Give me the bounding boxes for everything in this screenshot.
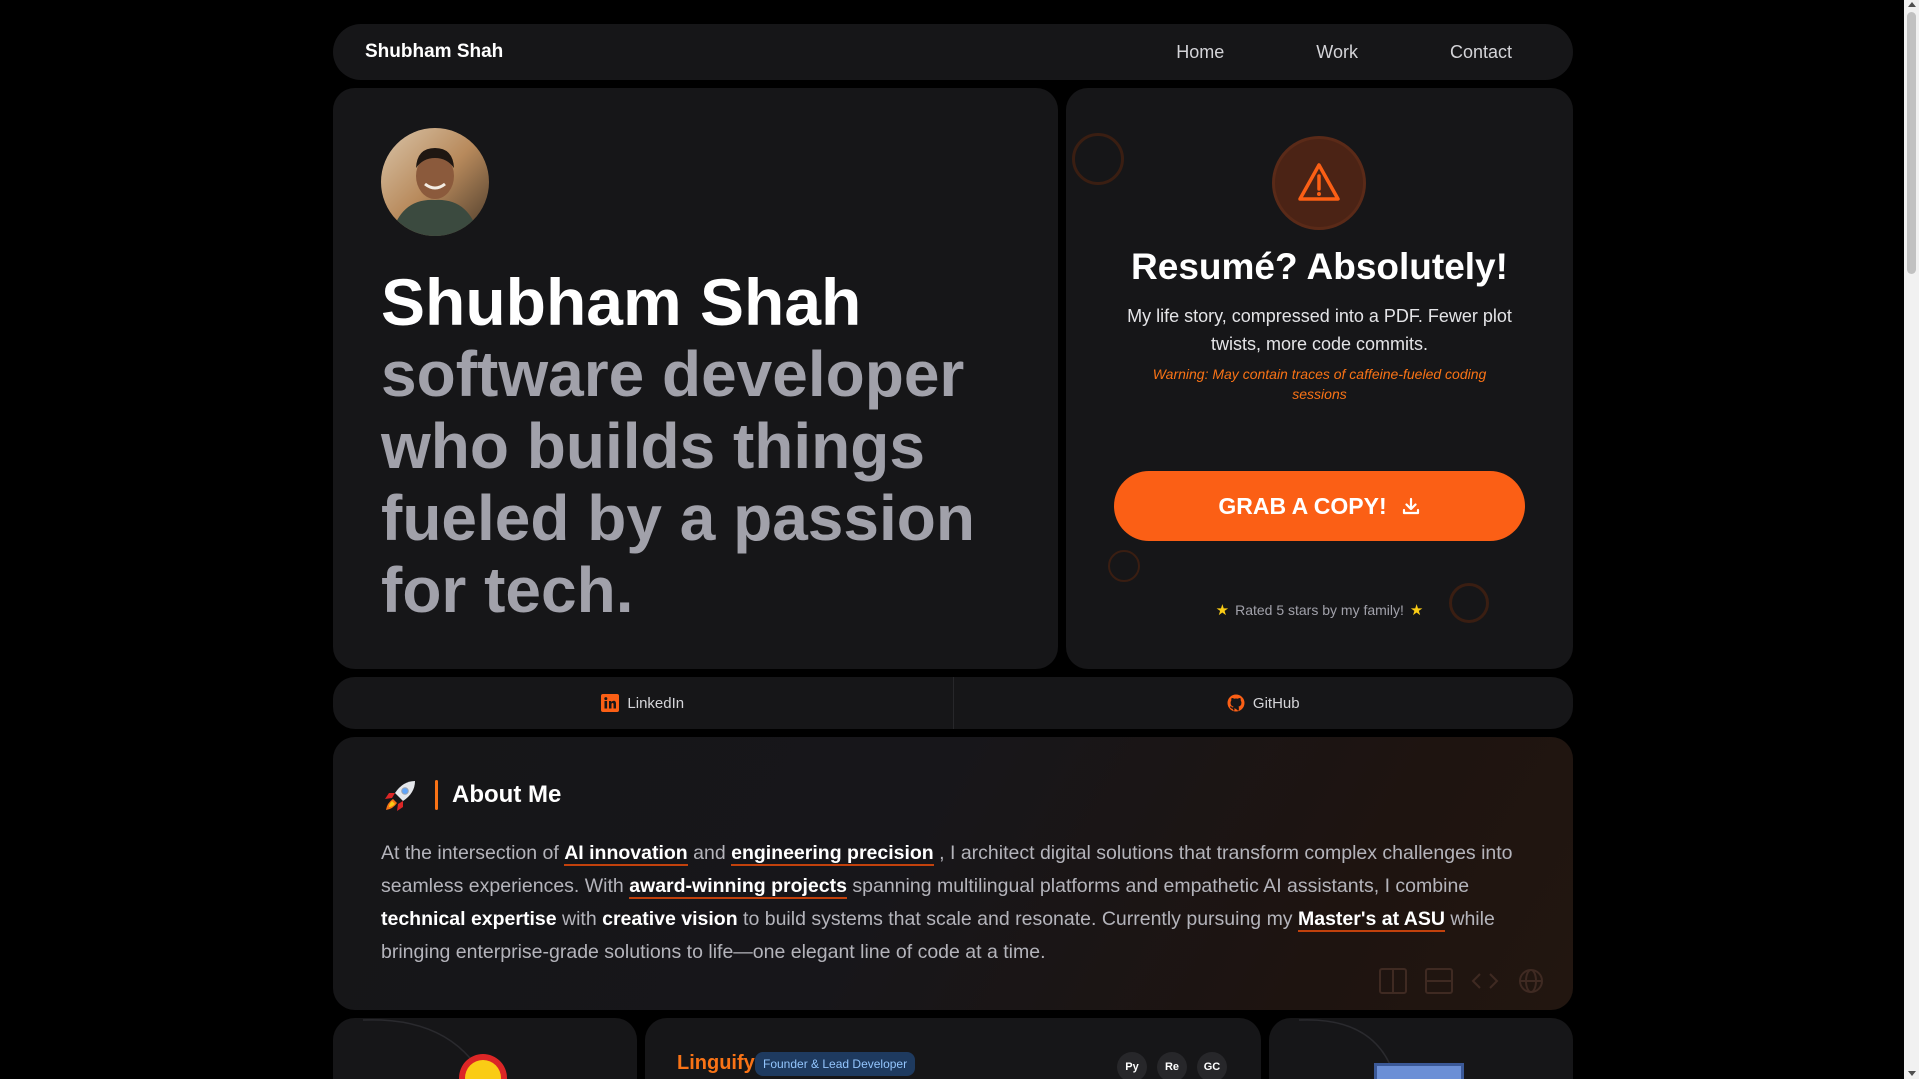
page: Shubham Shah Home Work Contact Shubham S…	[333, 24, 1573, 1079]
warning-triangle-icon	[1272, 136, 1366, 230]
about-title: About Me	[452, 781, 562, 808]
tech-react-badge: Re	[1157, 1052, 1187, 1079]
hero-row: Shubham Shah software developer who buil…	[333, 88, 1573, 669]
decorative-ring	[1072, 133, 1124, 185]
globe-icon	[1519, 969, 1543, 993]
badge-image	[362, 1019, 507, 1079]
grab-button-label: GRAB A COPY!	[1218, 492, 1387, 519]
star-icon: ★	[1409, 602, 1424, 619]
download-icon	[1402, 497, 1419, 515]
rows-layout-icon	[1425, 968, 1453, 994]
about-text-segment: spanning multilingual platforms and empa…	[852, 875, 1470, 897]
nav-work-link[interactable]: Work	[1287, 42, 1387, 63]
highlight-engineering-precision: engineering precision	[731, 842, 934, 866]
about-decorative-icons	[1379, 968, 1545, 994]
about-paragraph: At the intersection of AI innovation and…	[381, 837, 1521, 969]
brand-name[interactable]: Shubham Shah	[365, 41, 503, 63]
tech-python-badge: Py	[1117, 1052, 1147, 1079]
project-card[interactable]	[333, 1018, 637, 1079]
tech-gcloud-badge: GC	[1197, 1052, 1227, 1079]
page-scrollbar[interactable]	[1904, 0, 1919, 1079]
bold-technical-expertise: technical expertise	[381, 908, 557, 930]
linkedin-label: LinkedIn	[627, 694, 685, 712]
github-label: GitHub	[1252, 694, 1300, 712]
rating-text: Rated 5 stars by my family!	[1235, 602, 1404, 618]
scrollbar-thumb[interactable]	[1907, 12, 1916, 274]
project-thumbnail-image	[1298, 1019, 1464, 1079]
top-nav: Shubham Shah Home Work Contact	[333, 24, 1573, 80]
linkedin-link[interactable]: LinkedIn	[333, 677, 953, 729]
about-text-segment: and	[693, 842, 726, 864]
social-links-bar: LinkedIn GitHub	[333, 677, 1573, 729]
linkedin-icon	[601, 694, 620, 712]
scroll-up-arrow-icon[interactable]	[1907, 2, 1916, 7]
github-link[interactable]: GitHub	[952, 677, 1574, 729]
about-header: About Me	[381, 775, 1525, 815]
rocket-icon	[385, 781, 415, 811]
linguify-project-card[interactable]: Linguify Founder & Lead Developer Py Re …	[645, 1018, 1261, 1079]
github-icon	[1227, 694, 1245, 712]
linguify-title: Linguify	[677, 1052, 755, 1074]
about-text-segment: with	[562, 908, 597, 930]
about-text-segment: At the intersection of	[381, 842, 559, 864]
resume-subtitle: My life story, compressed into a PDF. Fe…	[1127, 306, 1512, 354]
resume-warning: Warning: May contain traces of caffeine-…	[1152, 366, 1487, 402]
star-icon: ★	[1215, 602, 1230, 619]
about-section: About Me At the intersection of AI innov…	[333, 737, 1573, 1010]
scroll-down-arrow-icon[interactable]	[1907, 1071, 1916, 1076]
bold-creative-vision: creative vision	[602, 908, 738, 930]
grab-a-copy-button[interactable]: GRAB A COPY!	[1114, 471, 1525, 541]
nav-links: Home Work Contact	[1147, 42, 1541, 63]
role-badge: Founder & Lead Developer	[755, 1052, 916, 1076]
project-card[interactable]	[1269, 1018, 1573, 1079]
hero-tagline: software developer who builds things fue…	[381, 338, 975, 626]
highlight-ai-innovation: AI innovation	[564, 842, 688, 866]
decorative-ring	[1108, 550, 1140, 582]
columns-layout-icon	[1379, 968, 1407, 994]
nav-contact-link[interactable]: Contact	[1421, 42, 1541, 63]
intro-card: Shubham Shah software developer who buil…	[333, 88, 1058, 669]
highlight-masters-at-asu: Master's at ASU	[1297, 908, 1445, 932]
projects-row: Linguify Founder & Lead Developer Py Re …	[333, 1018, 1573, 1079]
resume-card: Resumé? Absolutely! My life story, compr…	[1066, 88, 1573, 669]
accent-bar	[435, 780, 438, 810]
resume-title: Resumé? Absolutely!	[1131, 246, 1508, 287]
highlight-award-winning-projects: award-winning projects	[629, 875, 847, 899]
about-text-segment: to build systems that scale and resonate…	[743, 908, 1293, 930]
hero-name: Shubham Shah	[381, 265, 862, 339]
avatar	[381, 128, 489, 236]
code-icon	[1471, 973, 1499, 989]
nav-home-link[interactable]: Home	[1147, 42, 1253, 63]
rating-note: ★ Rated 5 stars by my family! ★	[1066, 601, 1573, 619]
